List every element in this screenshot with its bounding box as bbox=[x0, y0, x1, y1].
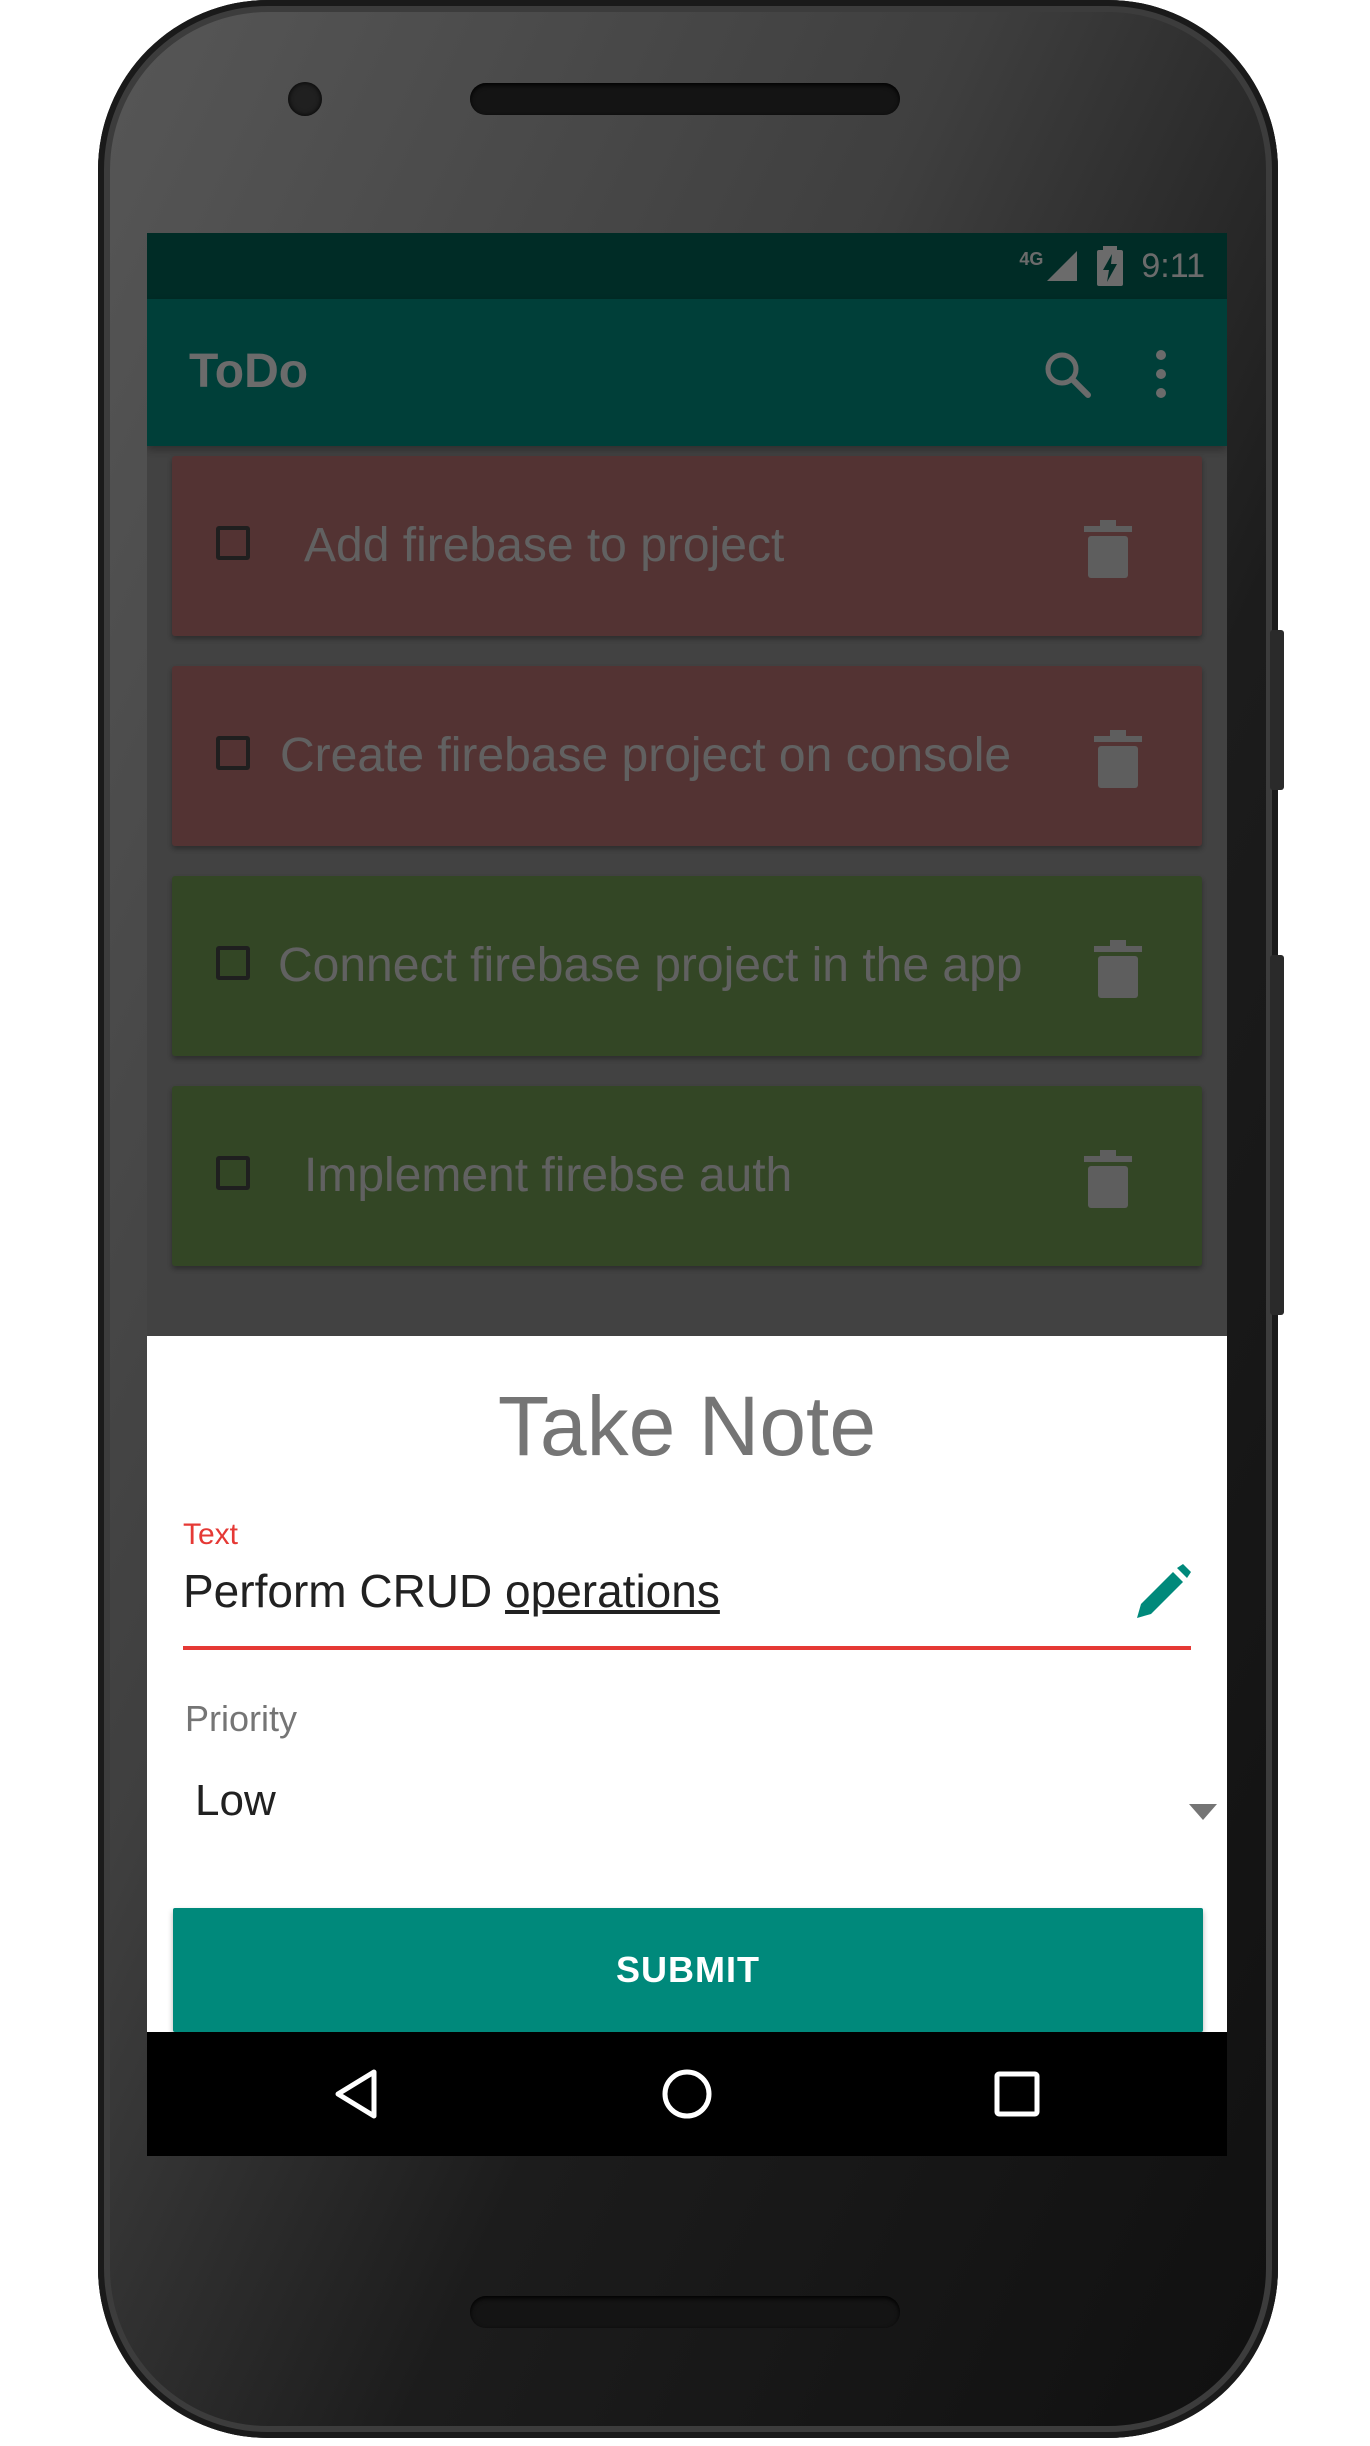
edit-pencil-icon[interactable] bbox=[1133, 1564, 1191, 1622]
more-vert-icon[interactable] bbox=[1151, 349, 1171, 399]
app-title: ToDo bbox=[189, 345, 309, 398]
todo-item[interactable]: Add firebase to project bbox=[172, 456, 1202, 636]
volume-button bbox=[1270, 955, 1284, 1315]
battery-charging-icon bbox=[1097, 246, 1124, 286]
home-icon[interactable] bbox=[659, 2066, 715, 2122]
screen: 4G 9:11 ToDo Add firebase to project Cre… bbox=[147, 233, 1227, 2156]
todo-text: Add firebase to project bbox=[304, 519, 785, 572]
delete-icon[interactable] bbox=[1084, 1150, 1132, 1208]
delete-icon[interactable] bbox=[1094, 730, 1142, 788]
priority-label: Priority bbox=[185, 1698, 298, 1739]
front-camera bbox=[288, 82, 322, 116]
todo-item[interactable]: Create firebase project on console bbox=[172, 666, 1202, 846]
back-icon[interactable] bbox=[330, 2066, 386, 2122]
take-note-dialog: Take Note Text Perform CRUD operations P… bbox=[147, 1336, 1227, 2032]
search-icon[interactable] bbox=[1042, 349, 1092, 399]
text-field-value-underlined: operations bbox=[505, 1565, 720, 1617]
priority-select[interactable]: Low bbox=[195, 1776, 276, 1826]
text-field-value: Perform CRUD bbox=[183, 1565, 506, 1617]
bottom-speaker bbox=[470, 2296, 900, 2328]
todo-checkbox[interactable] bbox=[216, 526, 250, 560]
network-type: 4G bbox=[1019, 248, 1044, 269]
chevron-down-icon[interactable] bbox=[1189, 1804, 1217, 1820]
signal-icon: 4G bbox=[1019, 249, 1079, 283]
power-button bbox=[1270, 630, 1284, 790]
text-field-underline bbox=[183, 1646, 1191, 1650]
top-speaker bbox=[470, 83, 900, 115]
todo-checkbox[interactable] bbox=[216, 1156, 250, 1190]
clock: 9:11 bbox=[1141, 246, 1205, 285]
delete-icon[interactable] bbox=[1084, 520, 1132, 578]
todo-item[interactable]: Connect firebase project in the app bbox=[172, 876, 1202, 1056]
todo-text: Create firebase project on console bbox=[280, 729, 1012, 782]
todo-checkbox[interactable] bbox=[216, 946, 250, 980]
recents-icon[interactable] bbox=[989, 2066, 1045, 2122]
dialog-title: Take Note bbox=[497, 1379, 877, 1473]
todo-checkbox[interactable] bbox=[216, 736, 250, 770]
app-bar: ToDo bbox=[147, 299, 1227, 446]
submit-button[interactable]: SUBMIT bbox=[173, 1908, 1203, 2032]
text-field-input[interactable]: Perform CRUD operations bbox=[183, 1564, 1083, 1618]
delete-icon[interactable] bbox=[1094, 940, 1142, 998]
status-bar: 4G 9:11 bbox=[147, 233, 1227, 299]
text-field-label: Text bbox=[183, 1518, 239, 1551]
navigation-bar bbox=[147, 2032, 1227, 2156]
todo-item[interactable]: Implement firebse auth bbox=[172, 1086, 1202, 1266]
todo-text: Implement firebse auth bbox=[304, 1149, 793, 1202]
todo-text: Connect firebase project in the app bbox=[278, 939, 1023, 992]
